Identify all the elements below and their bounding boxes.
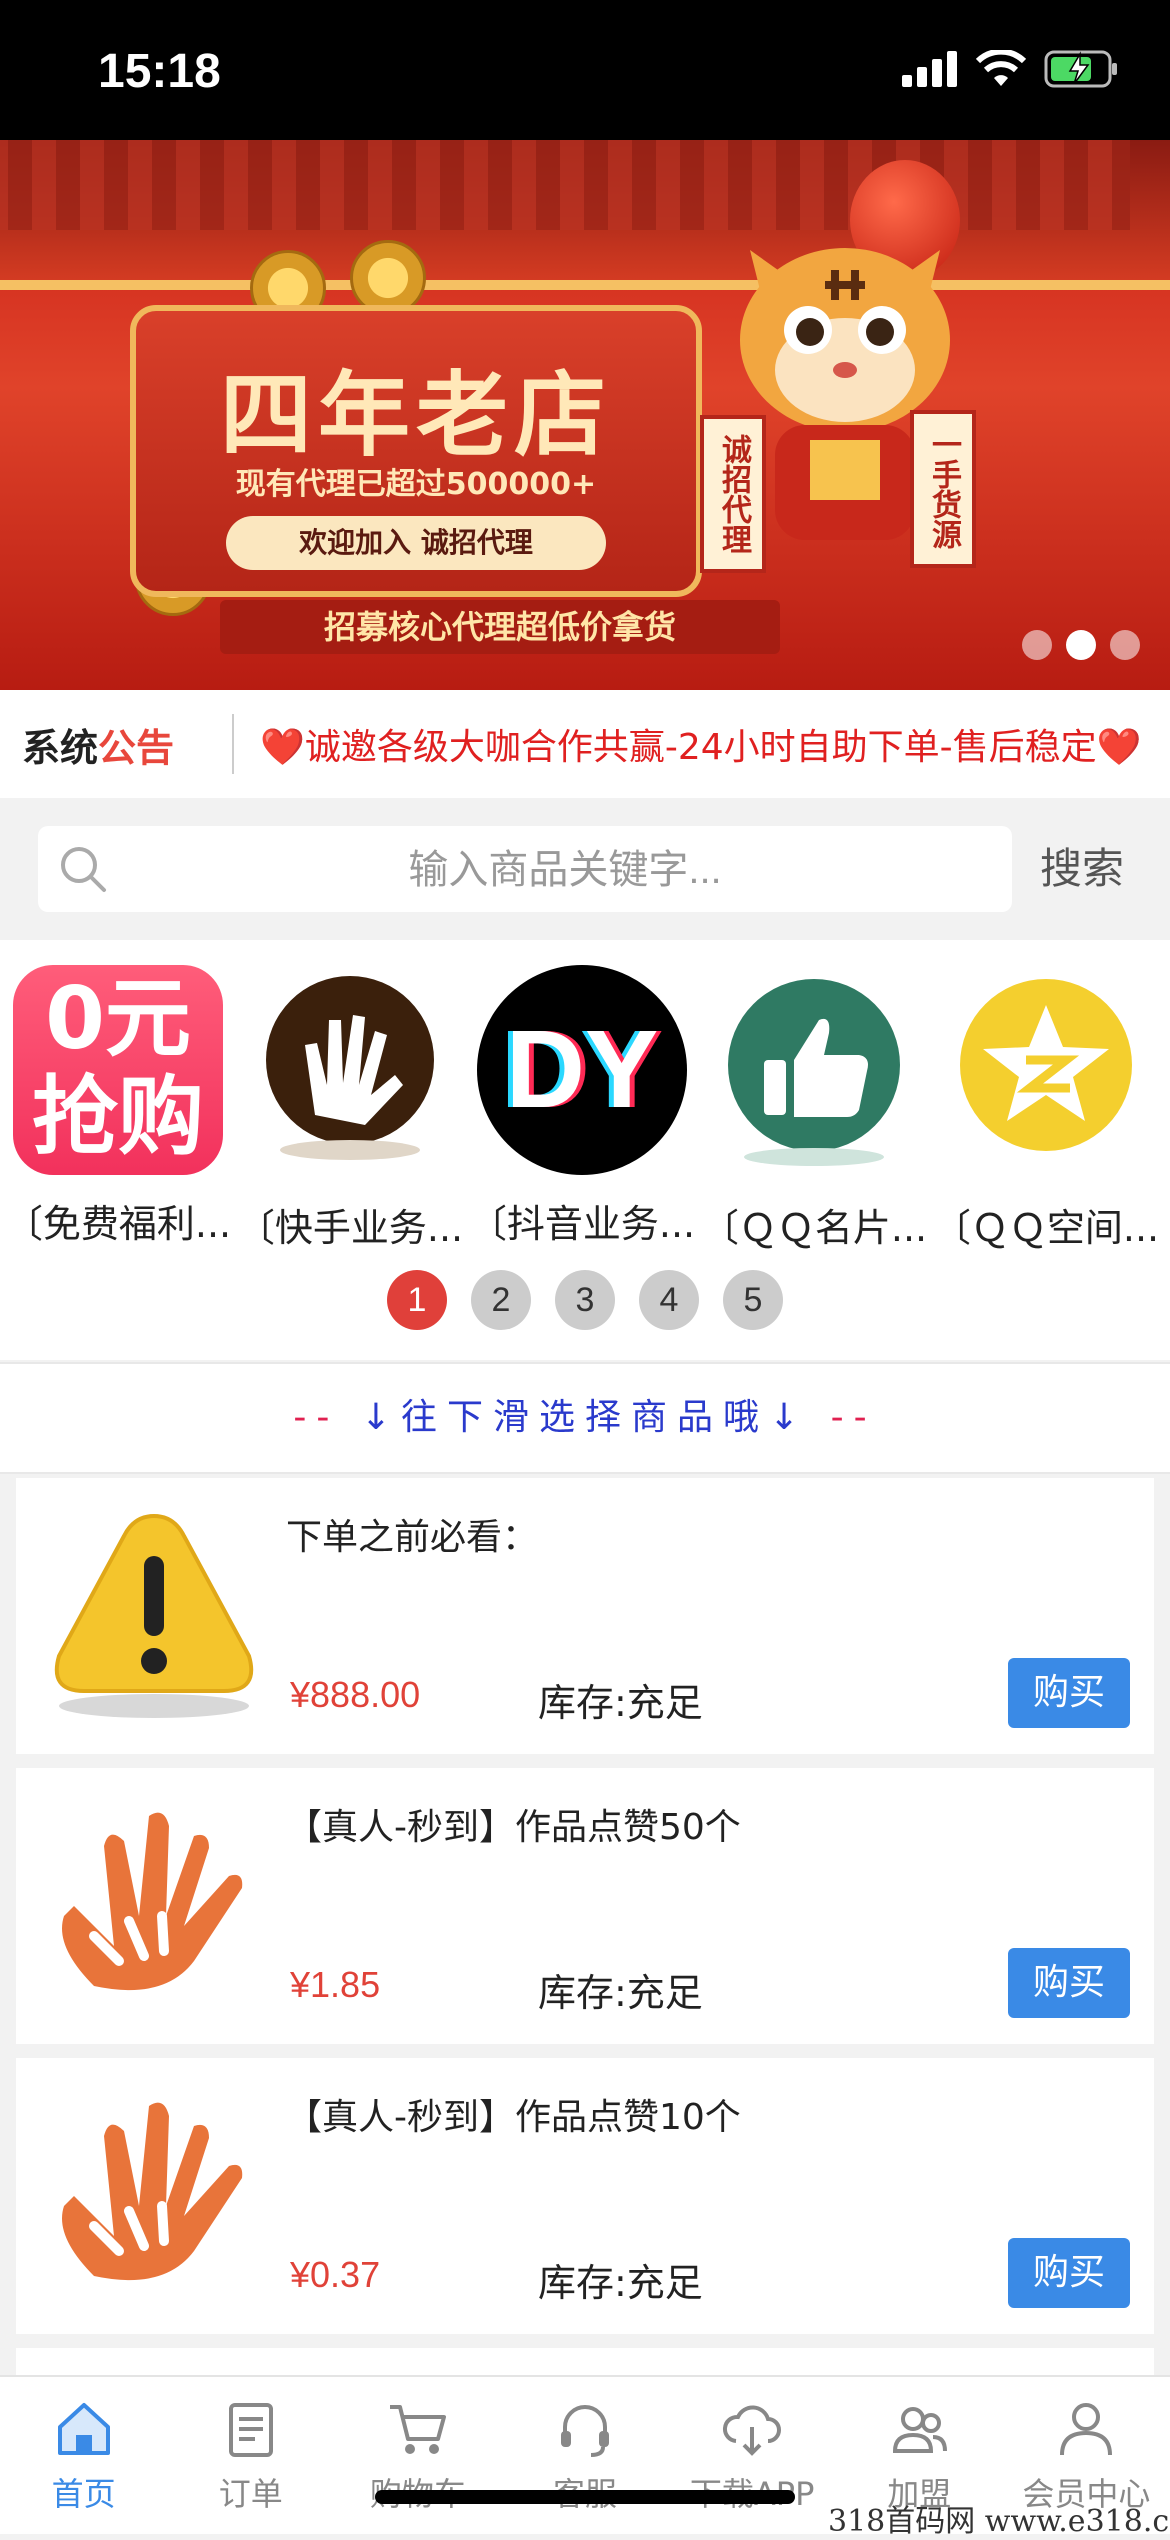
divider — [232, 714, 234, 774]
category-item-free[interactable]: 0元 抢购 〔免费福利... — [2, 965, 234, 1248]
order-icon — [228, 2403, 273, 2457]
tab-label: 订单 — [218, 2475, 283, 2513]
category-label: 〔ＱＱ空间... — [932, 1206, 1160, 1250]
category-label: 〔免费福利... — [4, 1202, 232, 1246]
category-pager: 1 2 3 4 5 — [0, 1270, 1170, 1330]
cloud-download-icon — [723, 2405, 782, 2456]
notice-label-a: 系统 — [22, 725, 99, 770]
free-badge-line2: 抢购 — [32, 1067, 204, 1167]
search-icon — [61, 847, 106, 892]
kuaishou-hand-icon — [266, 976, 434, 1160]
product-stock: 库存:充足 — [538, 2261, 703, 2305]
category-item-qq-card[interactable]: 〔ＱＱ名片... — [698, 965, 930, 1252]
system-notice[interactable]: 系统公告 ❤️诚邀各级大咖合作共赢-24小时自助下单-售后稳定❤️ — [0, 690, 1170, 798]
search-button[interactable]: 搜索 — [1022, 826, 1142, 912]
product-stock: 库存:充足 — [538, 1681, 703, 1725]
search-area: 搜索 — [0, 800, 1170, 935]
carousel-dots — [1022, 630, 1140, 660]
free-badge-line1: 0元 — [45, 969, 191, 1069]
tab-label: 首页 — [51, 2475, 116, 2513]
notice-label: 系统公告 — [0, 717, 232, 772]
buy-button[interactable]: 购买 — [1008, 2238, 1130, 2308]
category-strip: 0元 抢购 〔免费福利... 〔快手业务... DY 〔抖音业务... 〔ＱＱ名… — [0, 940, 1170, 1360]
carousel-dot-active[interactable] — [1066, 630, 1096, 660]
tab-home[interactable]: 首页 — [0, 2377, 167, 2534]
product-price: ¥1.85 — [290, 1964, 381, 2005]
notice-label-b: 公告 — [98, 725, 175, 770]
status-icons — [902, 50, 1120, 88]
banner-scroll-left: 诚招代理 — [700, 415, 766, 573]
group-icon — [893, 2407, 948, 2453]
banner-board: 四年老店 现有代理已超过500000+ 欢迎加入 诚招代理 — [130, 305, 702, 597]
free-grab-icon: 0元 抢购 — [13, 965, 223, 1175]
cart-icon — [389, 2405, 446, 2454]
page-button-1[interactable]: 1 — [387, 1270, 447, 1330]
banner-subtitle: 现有代理已超过500000+ — [235, 467, 597, 502]
signal-icon — [902, 51, 957, 87]
product-price: ¥0.37 — [290, 2254, 381, 2295]
tab-download-app[interactable]: 下载APP — [669, 2377, 836, 2534]
product-card[interactable]: 【真人-秒到】作品点赞10个 ¥0.37 库存:充足 购买 — [16, 2058, 1154, 2334]
product-title: 【真人-秒到】作品点赞50个 — [286, 1807, 741, 1848]
user-icon — [1060, 2403, 1113, 2456]
product-price: ¥888.00 — [290, 1674, 421, 1715]
home-icon — [57, 2403, 110, 2455]
page-button-4[interactable]: 4 — [639, 1270, 699, 1330]
category-label: 〔快手业务... — [236, 1206, 464, 1250]
category-label: 〔抖音业务... — [468, 1202, 696, 1246]
category-label: 〔ＱＱ名片... — [700, 1206, 928, 1250]
banner-title: 四年老店 — [219, 365, 612, 467]
category-item-douyin[interactable]: DY 〔抖音业务... — [466, 965, 698, 1248]
warning-icon — [54, 1513, 254, 1718]
page-button-3[interactable]: 3 — [555, 1270, 615, 1330]
banner-pill: 欢迎加入 诚招代理 — [226, 516, 606, 570]
status-bar: 15:18 — [0, 0, 1170, 140]
banner-scroll-right: 一手货源 — [910, 410, 976, 568]
battery-icon — [1044, 50, 1117, 88]
product-card[interactable]: 【真人-秒到】作品点赞50个 ¥1.85 库存:充足 购买 — [16, 1768, 1154, 2044]
hint-dash-right: -- — [830, 1397, 877, 1438]
banner-bottom-text: 招募核心代理超低价拿货 — [220, 600, 780, 654]
roof-decoration — [0, 140, 1170, 290]
page-button-2[interactable]: 2 — [471, 1270, 531, 1330]
hint-text: ↓往下滑选择商品哦↓ — [360, 1397, 810, 1438]
carousel-dot[interactable] — [1022, 630, 1052, 660]
buy-button[interactable]: 购买 — [1008, 1948, 1130, 2018]
douyin-dy-icon: DY — [477, 965, 687, 1175]
status-time: 15:18 — [98, 45, 221, 98]
home-indicator — [375, 2490, 795, 2504]
notice-text: ❤️诚邀各级大咖合作共赢-24小时自助下单-售后稳定❤️ — [260, 727, 1142, 768]
product-card-partial[interactable] — [16, 2348, 1154, 2375]
carousel-dot[interactable] — [1110, 630, 1140, 660]
page-button-5[interactable]: 5 — [723, 1270, 783, 1330]
orange-hand-icon — [62, 1812, 243, 1991]
tab-orders[interactable]: 订单 — [167, 2377, 334, 2534]
search-input[interactable] — [148, 826, 982, 914]
product-stock: 库存:充足 — [538, 1971, 703, 2015]
tab-cart[interactable]: 购物车 — [334, 2377, 501, 2534]
scroll-hint: -- ↓往下滑选择商品哦↓ -- — [0, 1362, 1170, 1474]
qzone-star-icon — [960, 979, 1132, 1151]
product-title: 【真人-秒到】作品点赞10个 — [286, 2097, 741, 2138]
search-box[interactable] — [38, 826, 1012, 914]
hint-dash-left: -- — [293, 1397, 340, 1438]
buy-button[interactable]: 购买 — [1008, 1658, 1130, 1728]
category-item-qzone[interactable]: 〔ＱＱ空间... — [930, 965, 1162, 1252]
headset-icon — [560, 2405, 609, 2457]
orange-hand-icon — [62, 2102, 243, 2281]
wifi-icon — [976, 50, 1026, 86]
product-card[interactable]: 下单之前必看： ¥888.00 库存:充足 购买 — [16, 1478, 1154, 1754]
product-title: 下单之前必看： — [286, 1517, 539, 1558]
category-item-kuaishou[interactable]: 〔快手业务... — [234, 965, 466, 1252]
thumbs-up-icon — [728, 979, 900, 1166]
watermark: 318首码网 www.e318.com — [828, 2504, 1170, 2539]
promo-banner[interactable]: 四年老店 现有代理已超过500000+ 欢迎加入 诚招代理 诚招代理 一手货源 … — [0, 140, 1170, 690]
tab-support[interactable]: 客服 — [501, 2377, 668, 2534]
